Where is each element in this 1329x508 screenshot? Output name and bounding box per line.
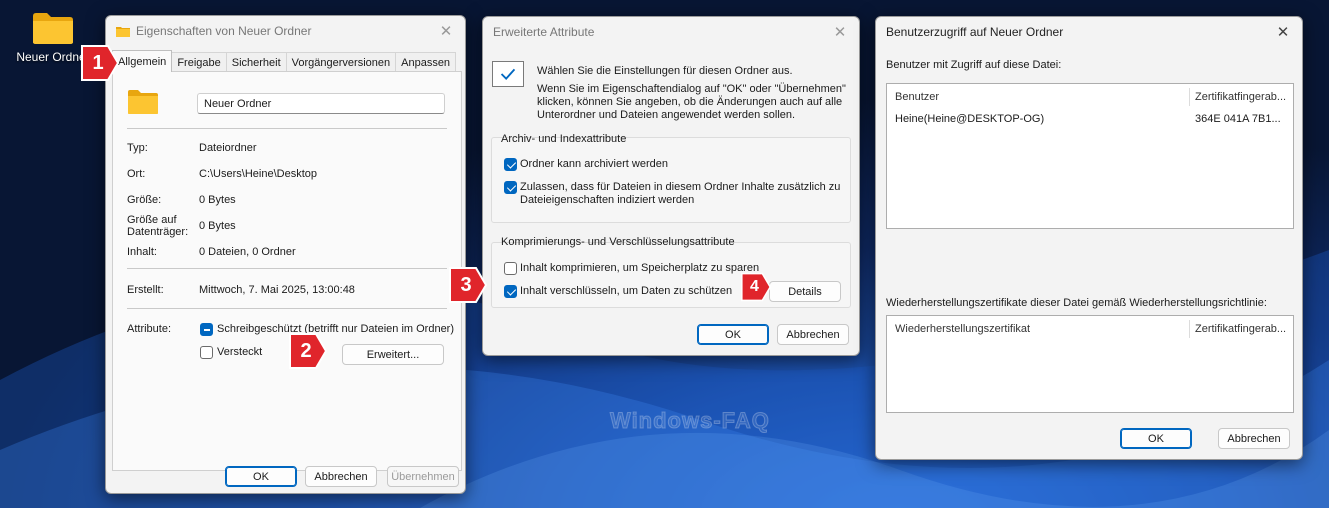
location-label: Ort: (127, 168, 146, 180)
tab-freigabe[interactable]: Freigabe (171, 52, 227, 72)
close-icon[interactable]: ✕ (831, 23, 849, 41)
ok-button[interactable]: OK (1120, 428, 1192, 449)
users-list[interactable]: Benutzer Zertifikatfingerab... Heine(Hei… (886, 83, 1294, 229)
desktop-folder-label: Neuer Ordner (16, 50, 90, 64)
col-recovery[interactable]: Wiederherstellungszertifikat (895, 323, 1030, 335)
attributes-label: Attribute: (127, 323, 172, 335)
encrypt-checkbox[interactable] (504, 285, 517, 298)
archive-group-title: Archiv- und Indexattribute (501, 133, 627, 145)
step-badge-2: 2 (288, 332, 328, 370)
cancel-button[interactable]: Abbrechen (1218, 428, 1290, 449)
disk-size-label: Größe auf (127, 214, 177, 226)
compress-label: Inhalt komprimieren, um Speicherplatz zu… (520, 262, 760, 274)
archive-checkbox[interactable] (504, 158, 517, 171)
cancel-button[interactable]: Abbrechen (305, 466, 377, 487)
access-title: Benutzerzugriff auf Neuer Ordner (886, 25, 1064, 39)
encrypt-label: Inhalt verschlüsseln, um Daten zu schütz… (520, 285, 733, 297)
tab-anpassen[interactable]: Anpassen (395, 52, 457, 72)
column-separator (1189, 88, 1190, 106)
archive-index-group (491, 137, 851, 223)
general-tab-panel: Neuer Ordner Typ: Dateiordner Ort: C:\Us… (112, 71, 462, 471)
recovery-list[interactable]: Wiederherstellungszertifikat Zertifikatf… (886, 315, 1294, 413)
hidden-checkbox[interactable] (200, 346, 213, 359)
divider (127, 268, 447, 269)
created-label: Erstellt: (127, 284, 164, 296)
divider (127, 128, 447, 129)
cancel-button[interactable]: Abbrechen (777, 324, 849, 345)
advanced-titlebar: Erweiterte Attribute ✕ (483, 17, 859, 47)
ok-button[interactable]: OK (225, 466, 297, 487)
users-label: Benutzer mit Zugriff auf diese Datei: (886, 59, 1062, 71)
col-user[interactable]: Benutzer (895, 91, 939, 103)
step-badge-4: 4 (740, 272, 772, 302)
folder-name-input[interactable]: Neuer Ordner (197, 93, 445, 114)
tab-sicherheit[interactable]: Sicherheit (225, 52, 287, 72)
created-value: Mittwoch, 7. Mai 2025, 13:00:48 (199, 284, 355, 296)
watermark: Windows-FAQ (610, 408, 770, 434)
content-value: 0 Dateien, 0 Ordner (199, 246, 296, 258)
archive-label: Ordner kann archiviert werden (520, 158, 668, 170)
details-button[interactable]: Details (769, 281, 841, 302)
close-icon[interactable]: ✕ (437, 22, 455, 40)
properties-tabs: Allgemein Freigabe Sicherheit Vorgängerv… (112, 50, 457, 72)
folder-icon (33, 13, 73, 44)
intro-text: Wählen Sie die Einstellungen für diesen … (537, 65, 793, 77)
badge-number: 2 (300, 339, 312, 362)
index-label: Dateieigenschaften indiziert werden (520, 194, 695, 206)
col-recovery-cert[interactable]: Zertifikatfingerab... (1195, 323, 1286, 335)
ok-button[interactable]: OK (697, 324, 769, 345)
advanced-title: Erweiterte Attribute (493, 25, 595, 39)
col-cert[interactable]: Zertifikatfingerab... (1195, 91, 1286, 103)
size-label: Größe: (127, 194, 162, 206)
intro-text: Unterordner und Dateien angewendet werde… (537, 109, 796, 121)
disk-size-value: 0 Bytes (199, 220, 236, 232)
disk-size-label: Datenträger: (127, 226, 189, 238)
advanced-button[interactable]: Erweitert... (342, 344, 444, 365)
tab-vorgaengerversionen[interactable]: Vorgängerversionen (285, 52, 397, 72)
apply-button[interactable]: Übernehmen (387, 466, 459, 487)
step-badge-1: 1 (80, 44, 120, 82)
readonly-checkbox[interactable] (200, 323, 213, 336)
user-access-dialog: Benutzerzugriff auf Neuer Ordner ✕ Benut… (875, 16, 1303, 460)
step-badge-3: 3 (448, 266, 488, 304)
close-icon[interactable]: ✕ (1274, 23, 1292, 41)
properties-dialog: Eigenschaften von Neuer Ordner ✕ Allgeme… (105, 15, 466, 494)
divider (127, 308, 447, 309)
content-label: Inhalt: (127, 246, 157, 258)
recovery-label: Wiederherstellungszertifikate dieser Dat… (886, 297, 1267, 309)
properties-title: Eigenschaften von Neuer Ordner (136, 24, 312, 38)
folder-icon (128, 90, 158, 114)
folder-icon (116, 27, 130, 37)
properties-titlebar: Eigenschaften von Neuer Ordner ✕ (106, 16, 465, 46)
column-separator (1189, 320, 1190, 338)
index-label: Zulassen, dass für Dateien in diesem Ord… (520, 181, 841, 193)
settings-check-icon (492, 61, 524, 87)
intro-text: klicken, können Sie angeben, ob die Ände… (537, 96, 843, 108)
readonly-label: Schreibgeschützt (betrifft nur Dateien i… (217, 323, 455, 335)
index-checkbox[interactable] (504, 181, 517, 194)
type-value: Dateiordner (199, 142, 257, 154)
user-row-name[interactable]: Heine(Heine@DESKTOP-OG) (895, 113, 1044, 125)
tab-allgemein[interactable]: Allgemein (112, 50, 173, 72)
hidden-label: Versteckt (217, 346, 263, 358)
badge-number: 1 (92, 51, 104, 74)
location-value: C:\Users\Heine\Desktop (199, 168, 317, 180)
badge-number: 4 (750, 278, 759, 295)
compress-checkbox[interactable] (504, 262, 517, 275)
user-row-cert[interactable]: 364E 041A 7B1... (1195, 113, 1281, 125)
intro-text: Wenn Sie im Eigenschaftendialog auf "OK"… (537, 83, 846, 95)
type-label: Typ: (127, 142, 148, 154)
size-value: 0 Bytes (199, 194, 236, 206)
compress-group-title: Komprimierungs- und Verschlüsselungsattr… (501, 236, 735, 248)
badge-number: 3 (460, 273, 472, 296)
advanced-attributes-dialog: Erweiterte Attribute ✕ Wählen Sie die Ei… (482, 16, 860, 356)
access-titlebar: Benutzerzugriff auf Neuer Ordner ✕ (876, 17, 1302, 47)
